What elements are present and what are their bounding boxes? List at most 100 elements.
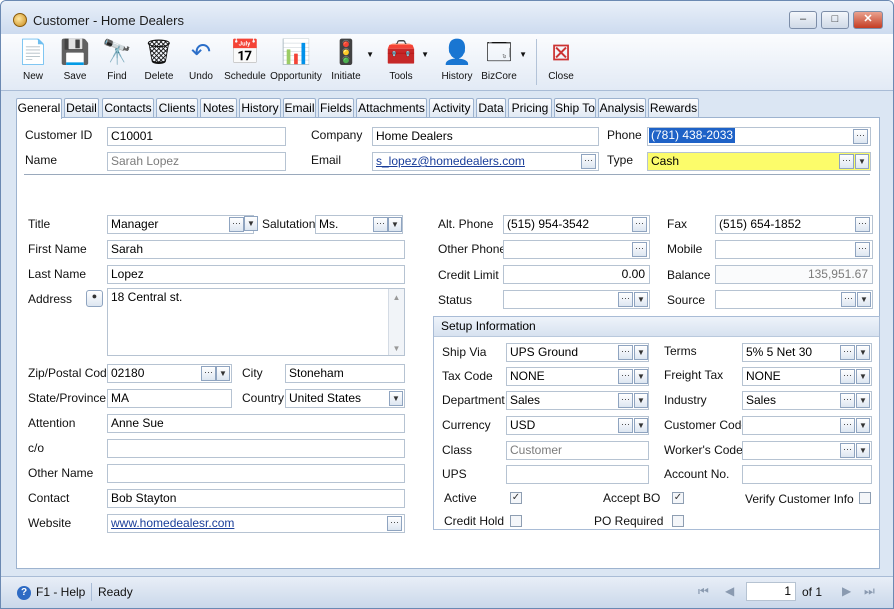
workers-code-field[interactable]: ··· ▼ — [742, 441, 872, 460]
tab-notes[interactable]: Notes — [200, 98, 237, 118]
status-dropdown-icon[interactable]: ▼ — [634, 292, 648, 307]
bizcore-dropdown-icon[interactable]: ▼ — [519, 50, 527, 59]
tab-clients[interactable]: Clients — [156, 98, 198, 118]
customer-id-field[interactable]: C10001 — [107, 127, 286, 146]
zip-dropdown-icon[interactable]: ▼ — [216, 366, 230, 381]
ship-via-dropdown-icon[interactable]: ▼ — [634, 345, 648, 360]
help-icon[interactable]: ? — [17, 586, 31, 600]
industry-field[interactable]: Sales ··· ▼ — [742, 391, 872, 410]
website-ellipsis-button[interactable]: ··· — [387, 516, 402, 531]
type-ellipsis-button[interactable]: ··· — [839, 154, 854, 169]
department-dropdown-icon[interactable]: ▼ — [634, 393, 648, 408]
city-field[interactable]: Stoneham — [285, 364, 405, 383]
find-button[interactable]: 🔭 Find — [97, 36, 137, 88]
tab-general[interactable]: General — [16, 98, 62, 119]
initiate-button[interactable]: 🚦 Initiate ▼ — [327, 36, 374, 88]
tax-code-ellipsis-button[interactable]: ··· — [618, 369, 633, 384]
tools-button[interactable]: 🧰 Tools ▼ — [382, 36, 429, 88]
po-required-checkbox[interactable] — [672, 515, 684, 527]
customer-code-field[interactable]: ··· ▼ — [742, 416, 872, 435]
tab-pricing[interactable]: Pricing — [508, 98, 552, 118]
zip-field[interactable]: 02180 ··· ▼ — [107, 364, 232, 383]
salutation-field[interactable]: Ms. ··· ▼ — [315, 215, 403, 234]
class-field[interactable]: Customer — [506, 441, 649, 460]
state-field[interactable]: MA — [107, 389, 232, 408]
zip-ellipsis-button[interactable]: ··· — [201, 366, 216, 381]
workers-code-ellipsis-button[interactable]: ··· — [840, 443, 855, 458]
close-button[interactable]: ⊠ Close — [542, 36, 580, 88]
fax-ellipsis-button[interactable]: ··· — [855, 217, 870, 232]
tab-contacts[interactable]: Contacts — [102, 98, 154, 118]
attention-field[interactable]: Anne Sue — [107, 414, 405, 433]
company-field[interactable]: Home Dealers — [372, 127, 599, 146]
undo-button[interactable]: ↶ Undo — [181, 36, 221, 88]
department-ellipsis-button[interactable]: ··· — [618, 393, 633, 408]
tools-dropdown-icon[interactable]: ▼ — [421, 50, 429, 59]
history-button[interactable]: 👤 History — [438, 36, 476, 88]
minimize-button[interactable]: – — [789, 11, 817, 29]
title-dropdown-icon[interactable]: ▼ — [244, 216, 258, 231]
opportunity-button[interactable]: 📊 Opportunity — [269, 36, 323, 88]
first-name-field[interactable]: Sarah — [107, 240, 405, 259]
email-field[interactable]: s_lopez@homedealers.com ··· — [372, 152, 599, 171]
address-field[interactable]: 18 Central st. ▲ ▼ — [107, 288, 405, 356]
currency-ellipsis-button[interactable]: ··· — [618, 418, 633, 433]
ups-field[interactable] — [506, 465, 649, 484]
title-ellipsis-button[interactable]: ··· — [229, 217, 244, 232]
source-field[interactable]: ··· ▼ — [715, 290, 873, 309]
status-ellipsis-button[interactable]: ··· — [618, 292, 633, 307]
tax-code-dropdown-icon[interactable]: ▼ — [634, 369, 648, 384]
salutation-dropdown-icon[interactable]: ▼ — [388, 217, 402, 232]
currency-field[interactable]: USD ··· ▼ — [506, 416, 649, 435]
tab-data[interactable]: Data — [476, 98, 506, 118]
contact-field[interactable]: Bob Stayton — [107, 489, 405, 508]
co-field[interactable] — [107, 439, 405, 458]
last-name-field[interactable]: Lopez — [107, 265, 405, 284]
maximize-button[interactable]: □ — [821, 11, 849, 29]
alt-phone-field[interactable]: (515) 954-3542 ··· — [503, 215, 650, 234]
ship-via-ellipsis-button[interactable]: ··· — [618, 345, 633, 360]
page-number-input[interactable]: 1 — [746, 582, 796, 601]
new-button[interactable]: 📄 New — [13, 36, 53, 88]
customer-code-dropdown-icon[interactable]: ▼ — [856, 418, 870, 433]
verify-customer-info-checkbox[interactable] — [859, 492, 871, 504]
first-page-icon[interactable]: ⏮ — [698, 584, 709, 599]
save-button[interactable]: 💾 Save — [55, 36, 95, 88]
salutation-ellipsis-button[interactable]: ··· — [373, 217, 388, 232]
bizcore-button[interactable]: 🗔 BizCore ▼ — [480, 36, 527, 88]
tab-rewards[interactable]: Rewards — [648, 98, 699, 118]
terms-ellipsis-button[interactable]: ··· — [840, 345, 855, 360]
source-ellipsis-button[interactable]: ··· — [841, 292, 856, 307]
credit-limit-field[interactable]: 0.00 — [503, 265, 650, 284]
terms-field[interactable]: 5% 5 Net 30 ··· ▼ — [742, 343, 872, 362]
accept-bo-checkbox[interactable]: ✓ — [672, 492, 684, 504]
delete-button[interactable]: 🗑 Delete — [139, 36, 179, 88]
schedule-button[interactable]: 📅 Schedule — [223, 36, 267, 88]
last-page-icon[interactable]: ⏭ — [864, 584, 875, 599]
website-field[interactable]: www.homedealesr.com ··· — [107, 514, 405, 533]
currency-dropdown-icon[interactable]: ▼ — [634, 418, 648, 433]
type-field[interactable]: Cash ··· ▼ — [647, 152, 871, 171]
customer-code-ellipsis-button[interactable]: ··· — [840, 418, 855, 433]
type-dropdown-icon[interactable]: ▼ — [855, 154, 869, 169]
mobile-ellipsis-button[interactable]: ··· — [855, 242, 870, 257]
close-window-button[interactable]: ✕ — [853, 11, 883, 29]
help-label[interactable]: F1 - Help — [36, 585, 85, 599]
account-no-field[interactable] — [742, 465, 872, 484]
next-page-icon[interactable]: ▶ — [842, 584, 851, 598]
tab-ship-to[interactable]: Ship To — [554, 98, 596, 118]
source-dropdown-icon[interactable]: ▼ — [857, 292, 871, 307]
previous-page-icon[interactable]: ◀ — [725, 584, 734, 598]
ship-via-field[interactable]: UPS Ground ··· ▼ — [506, 343, 649, 362]
tax-code-field[interactable]: NONE ··· ▼ — [506, 367, 649, 386]
other-phone-field[interactable]: ··· — [503, 240, 650, 259]
status-field[interactable]: ··· ▼ — [503, 290, 650, 309]
department-field[interactable]: Sales ··· ▼ — [506, 391, 649, 410]
country-field[interactable]: United States ▼ — [285, 389, 405, 408]
other-name-field[interactable] — [107, 464, 405, 483]
address-scrollbar[interactable]: ▲ ▼ — [388, 289, 404, 355]
title-field[interactable]: Manager ··· — [107, 215, 254, 234]
workers-code-dropdown-icon[interactable]: ▼ — [856, 443, 870, 458]
freight-tax-dropdown-icon[interactable]: ▼ — [856, 369, 870, 384]
tab-history[interactable]: History — [239, 98, 281, 118]
